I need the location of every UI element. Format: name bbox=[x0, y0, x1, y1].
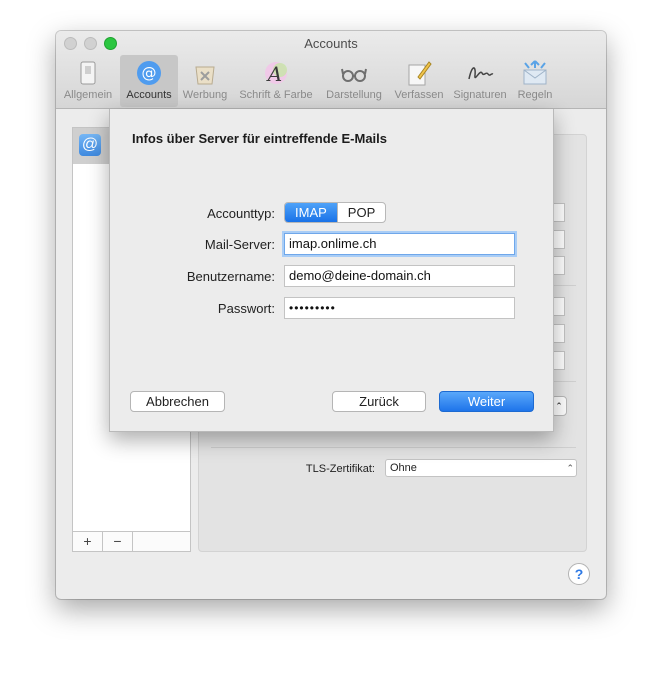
accounts-list-footer: + − bbox=[72, 531, 191, 552]
toolbar-item-darstellung[interactable]: Darstellung bbox=[322, 55, 386, 107]
toolbar-item-allgemein[interactable]: Allgemein bbox=[61, 55, 115, 107]
username-label: Benutzername: bbox=[186, 269, 275, 284]
toolbar-label: Darstellung bbox=[326, 89, 382, 101]
preferences-window: Accounts Allgemein @ Accounts Werbung A … bbox=[56, 31, 606, 599]
pencil-icon bbox=[408, 61, 432, 86]
password-label: Passwort: bbox=[217, 301, 275, 316]
toolbar-label: Allgemein bbox=[63, 89, 113, 101]
remove-account-button[interactable]: − bbox=[103, 532, 133, 551]
switch-icon bbox=[80, 61, 96, 85]
toolbar-label: Schrift & Farbe bbox=[239, 89, 313, 101]
titlebar: Accounts Allgemein @ Accounts Werbung A … bbox=[56, 31, 606, 109]
add-account-button[interactable]: + bbox=[73, 532, 103, 551]
at-icon: @ bbox=[137, 61, 161, 85]
username-input[interactable]: demo@deine-domain.ch bbox=[284, 265, 515, 287]
mail-server-label: Mail-Server: bbox=[204, 237, 275, 252]
divider bbox=[211, 447, 576, 448]
svg-text:A: A bbox=[266, 62, 282, 86]
toolbar-label: Accounts bbox=[126, 89, 172, 101]
account-type-segmented-control[interactable]: IMAP POP bbox=[284, 202, 387, 223]
toolbar-item-accounts[interactable]: @ Accounts bbox=[120, 55, 178, 107]
window-title: Accounts bbox=[304, 36, 358, 51]
account-type-imap[interactable]: IMAP bbox=[285, 203, 337, 222]
account-type-label: Accounttyp: bbox=[207, 206, 275, 221]
toolbar-label: Werbung bbox=[182, 89, 228, 101]
password-input[interactable]: ••••••••• bbox=[284, 297, 515, 319]
chevron-updown-icon: ⌃ bbox=[566, 463, 574, 473]
svg-text:@: @ bbox=[142, 64, 157, 82]
account-type-pop[interactable]: POP bbox=[336, 203, 385, 222]
help-button[interactable]: ? bbox=[568, 563, 590, 585]
incoming-server-sheet: Infos über Server für eintreffende E-Mai… bbox=[109, 109, 554, 432]
tls-certificate-value: Ohne bbox=[390, 462, 417, 474]
account-at-icon: @ bbox=[79, 134, 101, 156]
toolbar-label: Signaturen bbox=[453, 89, 507, 101]
glasses-icon bbox=[341, 68, 367, 82]
back-button[interactable]: Zurück bbox=[332, 391, 426, 412]
junk-icon bbox=[195, 66, 215, 85]
toolbar-item-verfassen[interactable]: Verfassen bbox=[390, 55, 448, 107]
toolbar-label: Verfassen bbox=[394, 89, 444, 101]
toolbar-item-werbung[interactable]: Werbung bbox=[180, 55, 230, 107]
sheet-title: Infos über Server für eintreffende E-Mai… bbox=[132, 131, 388, 146]
toolbar-label: Regeln bbox=[517, 89, 553, 101]
rules-icon bbox=[523, 60, 547, 85]
toolbar-item-schrift-farbe[interactable]: A Schrift & Farbe bbox=[234, 55, 318, 107]
next-button[interactable]: Weiter bbox=[439, 391, 534, 412]
font-icon: A bbox=[265, 62, 287, 86]
tls-certificate-select[interactable]: Ohne ⌃ bbox=[385, 459, 577, 477]
tls-certificate-label: TLS-Zertifikat: bbox=[305, 463, 375, 475]
mail-server-input[interactable]: imap.onlime.ch bbox=[284, 233, 515, 255]
signature-icon bbox=[468, 67, 494, 80]
toolbar-item-regeln[interactable]: Regeln bbox=[512, 55, 558, 107]
cancel-button[interactable]: Abbrechen bbox=[130, 391, 225, 412]
toolbar-item-signaturen[interactable]: Signaturen bbox=[450, 55, 510, 107]
